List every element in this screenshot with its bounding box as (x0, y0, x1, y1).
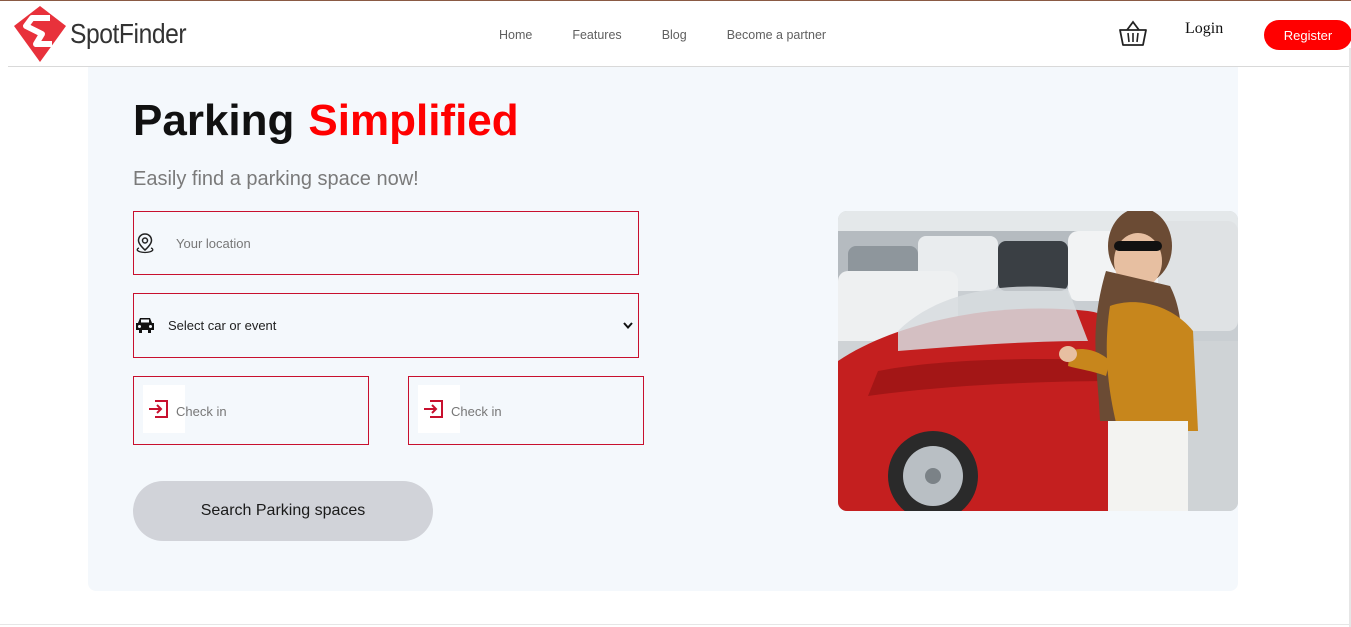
map-pin-icon (136, 233, 154, 254)
location-input[interactable]: Your location (133, 211, 639, 275)
hero-title-part1: Parking (133, 96, 295, 145)
main-nav: Home Features Blog Become a partner (499, 28, 826, 42)
register-button[interactable]: Register (1264, 20, 1351, 50)
logo-text: SpotFinder (70, 18, 187, 49)
logo-link[interactable]: SpotFinder (12, 3, 202, 65)
car-event-select[interactable]: Select car or event (133, 293, 639, 358)
hero-title: Parking Simplified (133, 96, 519, 146)
hero-title-part2: Simplified (308, 96, 519, 145)
search-parking-button[interactable]: Search Parking spaces (133, 481, 433, 541)
checkin-field-1[interactable]: Check in (133, 376, 369, 445)
basket-icon (1119, 20, 1147, 46)
hero-photo (838, 211, 1238, 511)
sign-in-icon (424, 400, 443, 418)
spotfinder-logo-icon (14, 6, 66, 62)
checkin-label: Check in (176, 404, 227, 419)
login-link[interactable]: Login (1185, 20, 1223, 38)
car-icon (136, 318, 154, 333)
hero-subtitle: Easily find a parking space now! (133, 168, 419, 190)
checkin-label: Check in (451, 404, 502, 419)
sign-in-icon (149, 400, 168, 418)
site-header: SpotFinder Home Features Blog Become a p… (0, 1, 1351, 67)
nav-home[interactable]: Home (499, 28, 532, 42)
cart-button[interactable] (1118, 19, 1148, 47)
nav-become-partner[interactable]: Become a partner (727, 28, 826, 42)
nav-blog[interactable]: Blog (662, 28, 687, 42)
page-bottom-divider (0, 624, 1351, 625)
woman-with-red-car-image (838, 211, 1238, 511)
location-placeholder: Your location (176, 236, 251, 251)
select-value: Select car or event (168, 318, 277, 333)
nav-features[interactable]: Features (572, 28, 621, 42)
checkin-field-2[interactable]: Check in (408, 376, 644, 445)
chevron-down-icon (623, 322, 633, 330)
